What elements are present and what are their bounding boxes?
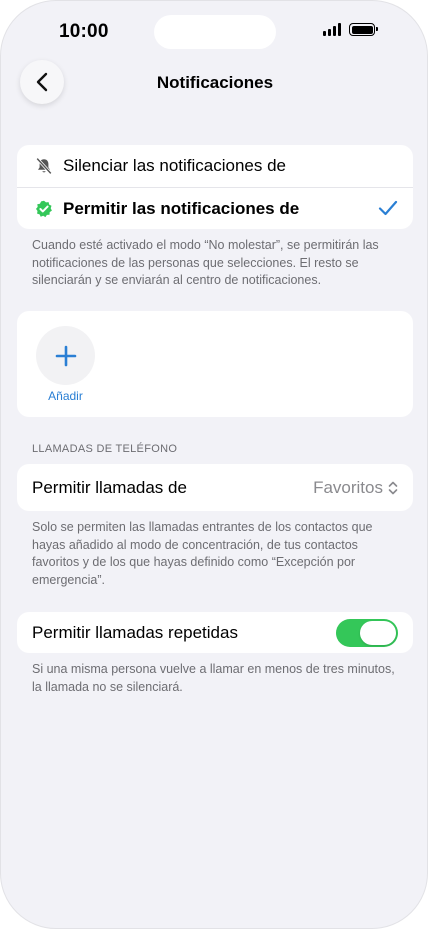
- phone-screen: 10:00 Notificaciones Silenciar las notif…: [0, 0, 428, 929]
- checkmark-icon: [378, 200, 398, 216]
- calls-footnote: Solo se permiten las llamadas entrantes …: [32, 520, 373, 587]
- calls-card: Permitir llamadas de Favoritos: [17, 464, 413, 511]
- battery-icon: [349, 23, 378, 36]
- allow-calls-label: Permitir llamadas de: [32, 477, 187, 497]
- add-person-button[interactable]: [36, 326, 95, 385]
- mode-option-allow[interactable]: Permitir las notificaciones de: [17, 187, 413, 229]
- mode-option-silence[interactable]: Silenciar las notificaciones de: [17, 145, 413, 187]
- repeat-calls-label: Permitir llamadas repetidas: [32, 622, 238, 642]
- bell-slash-icon: [35, 157, 53, 175]
- plus-icon: [55, 345, 76, 366]
- notification-mode-card: Silenciar las notificaciones de Permitir…: [17, 145, 413, 229]
- mode-option-silence-label: Silenciar las notificaciones de: [63, 156, 287, 175]
- mode-option-allow-label: Permitir las notificaciones de: [63, 198, 300, 218]
- repeat-calls-footnote: Si una misma persona vuelve a llamar en …: [32, 662, 395, 694]
- toggle-knob: [360, 620, 396, 645]
- status-time: 10:00: [59, 21, 109, 42]
- signal-icon: [323, 23, 341, 36]
- mode-footnote: Cuando esté activado el modo “No molesta…: [32, 238, 379, 287]
- repeat-calls-row: Permitir llamadas repetidas: [17, 612, 413, 653]
- chevron-up-down-icon: [388, 481, 398, 494]
- section-header-calls: LLAMADAS DE TELÉFONO: [32, 443, 178, 455]
- allow-calls-value-wrap[interactable]: Favoritos: [313, 478, 398, 498]
- status-icons: [323, 23, 378, 36]
- repeat-calls-toggle[interactable]: [336, 618, 398, 647]
- repeat-calls-card: Permitir llamadas repetidas: [17, 612, 413, 653]
- page-title: Notificaciones: [156, 73, 274, 92]
- green-check-badge-icon: [35, 200, 53, 218]
- add-person-label[interactable]: Añadir: [36, 389, 95, 403]
- allow-calls-from-row[interactable]: Permitir llamadas de Favoritos: [17, 464, 413, 511]
- dynamic-island: [154, 15, 276, 49]
- people-card: Añadir: [17, 311, 413, 417]
- allow-calls-value: Favoritos: [313, 477, 383, 497]
